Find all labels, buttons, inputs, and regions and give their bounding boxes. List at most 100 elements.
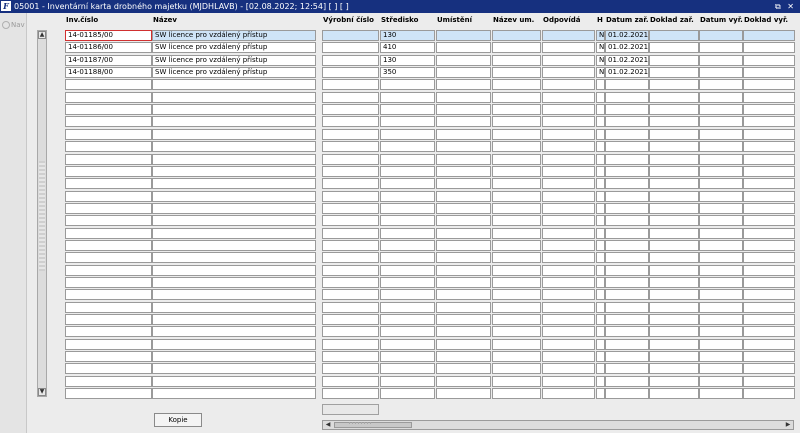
cell-nazev[interactable]	[152, 302, 316, 313]
cell-vyrobni-cislo[interactable]	[322, 376, 379, 387]
cell-stredisko[interactable]: 410	[380, 42, 435, 53]
cell-nazev[interactable]	[152, 154, 316, 165]
cell-doklad-vyr[interactable]	[743, 67, 795, 78]
cell-nazev-um[interactable]	[492, 388, 541, 399]
cell-datum-vyr[interactable]	[699, 203, 743, 214]
cell-nazev-um[interactable]	[492, 92, 541, 103]
cell-datum-vyr[interactable]	[699, 67, 743, 78]
cell-doklad-vyr[interactable]	[743, 252, 795, 263]
cell-umisteni[interactable]	[436, 92, 491, 103]
cell-h[interactable]	[596, 302, 605, 313]
cell-datum-vyr[interactable]	[699, 252, 743, 263]
cell-odpovida[interactable]	[542, 141, 595, 152]
col-header-stredisko[interactable]: Středisko	[381, 16, 418, 24]
cell-stredisko[interactable]	[380, 191, 435, 202]
cell-inv-cislo[interactable]	[65, 141, 152, 152]
cell-umisteni[interactable]	[436, 339, 491, 350]
cell-h[interactable]	[596, 166, 605, 177]
cell-odpovida[interactable]	[542, 228, 595, 239]
cell-doklad-zar[interactable]	[649, 376, 699, 387]
cell-h[interactable]: N	[596, 30, 605, 41]
cell-datum-vyr[interactable]	[699, 116, 743, 127]
cell-h[interactable]	[596, 265, 605, 276]
cell-vyrobni-cislo[interactable]	[322, 30, 379, 41]
cell-umisteni[interactable]	[436, 302, 491, 313]
cell-umisteni[interactable]	[436, 314, 491, 325]
cell-odpovida[interactable]	[542, 252, 595, 263]
cell-odpovida[interactable]	[542, 326, 595, 337]
cell-vyrobni-cislo[interactable]	[322, 79, 379, 90]
cell-datum-vyr[interactable]	[699, 166, 743, 177]
cell-vyrobni-cislo[interactable]	[322, 228, 379, 239]
cell-inv-cislo[interactable]	[65, 129, 152, 140]
cell-vyrobni-cislo[interactable]	[322, 277, 379, 288]
cell-umisteni[interactable]	[436, 203, 491, 214]
cell-inv-cislo[interactable]	[65, 302, 152, 313]
cell-doklad-vyr[interactable]	[743, 265, 795, 276]
cell-umisteni[interactable]	[436, 215, 491, 226]
cell-stredisko[interactable]: 130	[380, 55, 435, 66]
cell-inv-cislo[interactable]	[65, 228, 152, 239]
cell-datum-zar[interactable]	[605, 240, 649, 251]
cell-vyrobni-cislo[interactable]	[322, 92, 379, 103]
cell-datum-zar[interactable]	[605, 314, 649, 325]
cell-nazev[interactable]	[152, 166, 316, 177]
cell-doklad-vyr[interactable]	[743, 166, 795, 177]
col-header-inv-cislo[interactable]: Inv.číslo	[66, 16, 98, 24]
cell-nazev-um[interactable]	[492, 252, 541, 263]
navigator-button[interactable]: Nav	[2, 21, 25, 29]
cell-datum-zar[interactable]	[605, 252, 649, 263]
cell-vyrobni-cislo[interactable]	[322, 388, 379, 399]
scroll-up-icon[interactable]: ▲	[38, 31, 46, 39]
cell-odpovida[interactable]	[542, 191, 595, 202]
cell-inv-cislo[interactable]	[65, 289, 152, 300]
cell-stredisko[interactable]	[380, 351, 435, 362]
cell-vyrobni-cislo[interactable]	[322, 363, 379, 374]
cell-vyrobni-cislo[interactable]	[322, 240, 379, 251]
cell-datum-zar[interactable]	[605, 351, 649, 362]
cell-h[interactable]	[596, 289, 605, 300]
cell-doklad-vyr[interactable]	[743, 79, 795, 90]
summary-field[interactable]	[322, 404, 379, 415]
cell-doklad-zar[interactable]	[649, 351, 699, 362]
cell-doklad-zar[interactable]	[649, 265, 699, 276]
cell-h[interactable]	[596, 92, 605, 103]
cell-odpovida[interactable]	[542, 154, 595, 165]
cell-datum-zar[interactable]	[605, 215, 649, 226]
scroll-down-icon[interactable]: ▼	[38, 388, 46, 396]
cell-umisteni[interactable]	[436, 252, 491, 263]
cell-odpovida[interactable]	[542, 166, 595, 177]
cell-nazev-um[interactable]	[492, 178, 541, 189]
cell-odpovida[interactable]	[542, 116, 595, 127]
cell-doklad-zar[interactable]	[649, 166, 699, 177]
cell-vyrobni-cislo[interactable]	[322, 42, 379, 53]
cell-stredisko[interactable]	[380, 339, 435, 350]
cell-nazev[interactable]	[152, 116, 316, 127]
cell-doklad-zar[interactable]	[649, 203, 699, 214]
cell-doklad-vyr[interactable]	[743, 240, 795, 251]
cell-nazev-um[interactable]	[492, 154, 541, 165]
cell-doklad-vyr[interactable]	[743, 129, 795, 140]
col-header-doklad-vyr[interactable]: Doklad vyř.	[744, 16, 788, 24]
cell-nazev-um[interactable]	[492, 265, 541, 276]
cell-nazev[interactable]	[152, 203, 316, 214]
cell-h[interactable]: N	[596, 42, 605, 53]
cell-umisteni[interactable]	[436, 154, 491, 165]
cell-odpovida[interactable]	[542, 67, 595, 78]
cell-datum-vyr[interactable]	[699, 104, 743, 115]
cell-nazev[interactable]	[152, 388, 316, 399]
scroll-left-icon[interactable]: ◀	[323, 421, 333, 429]
cell-inv-cislo[interactable]	[65, 154, 152, 165]
cell-vyrobni-cislo[interactable]	[322, 326, 379, 337]
cell-nazev-um[interactable]	[492, 326, 541, 337]
cell-umisteni[interactable]	[436, 79, 491, 90]
cell-doklad-zar[interactable]	[649, 191, 699, 202]
cell-nazev[interactable]	[152, 376, 316, 387]
cell-datum-vyr[interactable]	[699, 265, 743, 276]
cell-datum-zar[interactable]: 01.02.2021	[605, 42, 649, 53]
cell-odpovida[interactable]	[542, 55, 595, 66]
cell-doklad-vyr[interactable]	[743, 339, 795, 350]
cell-stredisko[interactable]	[380, 376, 435, 387]
cell-doklad-vyr[interactable]	[743, 363, 795, 374]
cell-nazev-um[interactable]	[492, 376, 541, 387]
